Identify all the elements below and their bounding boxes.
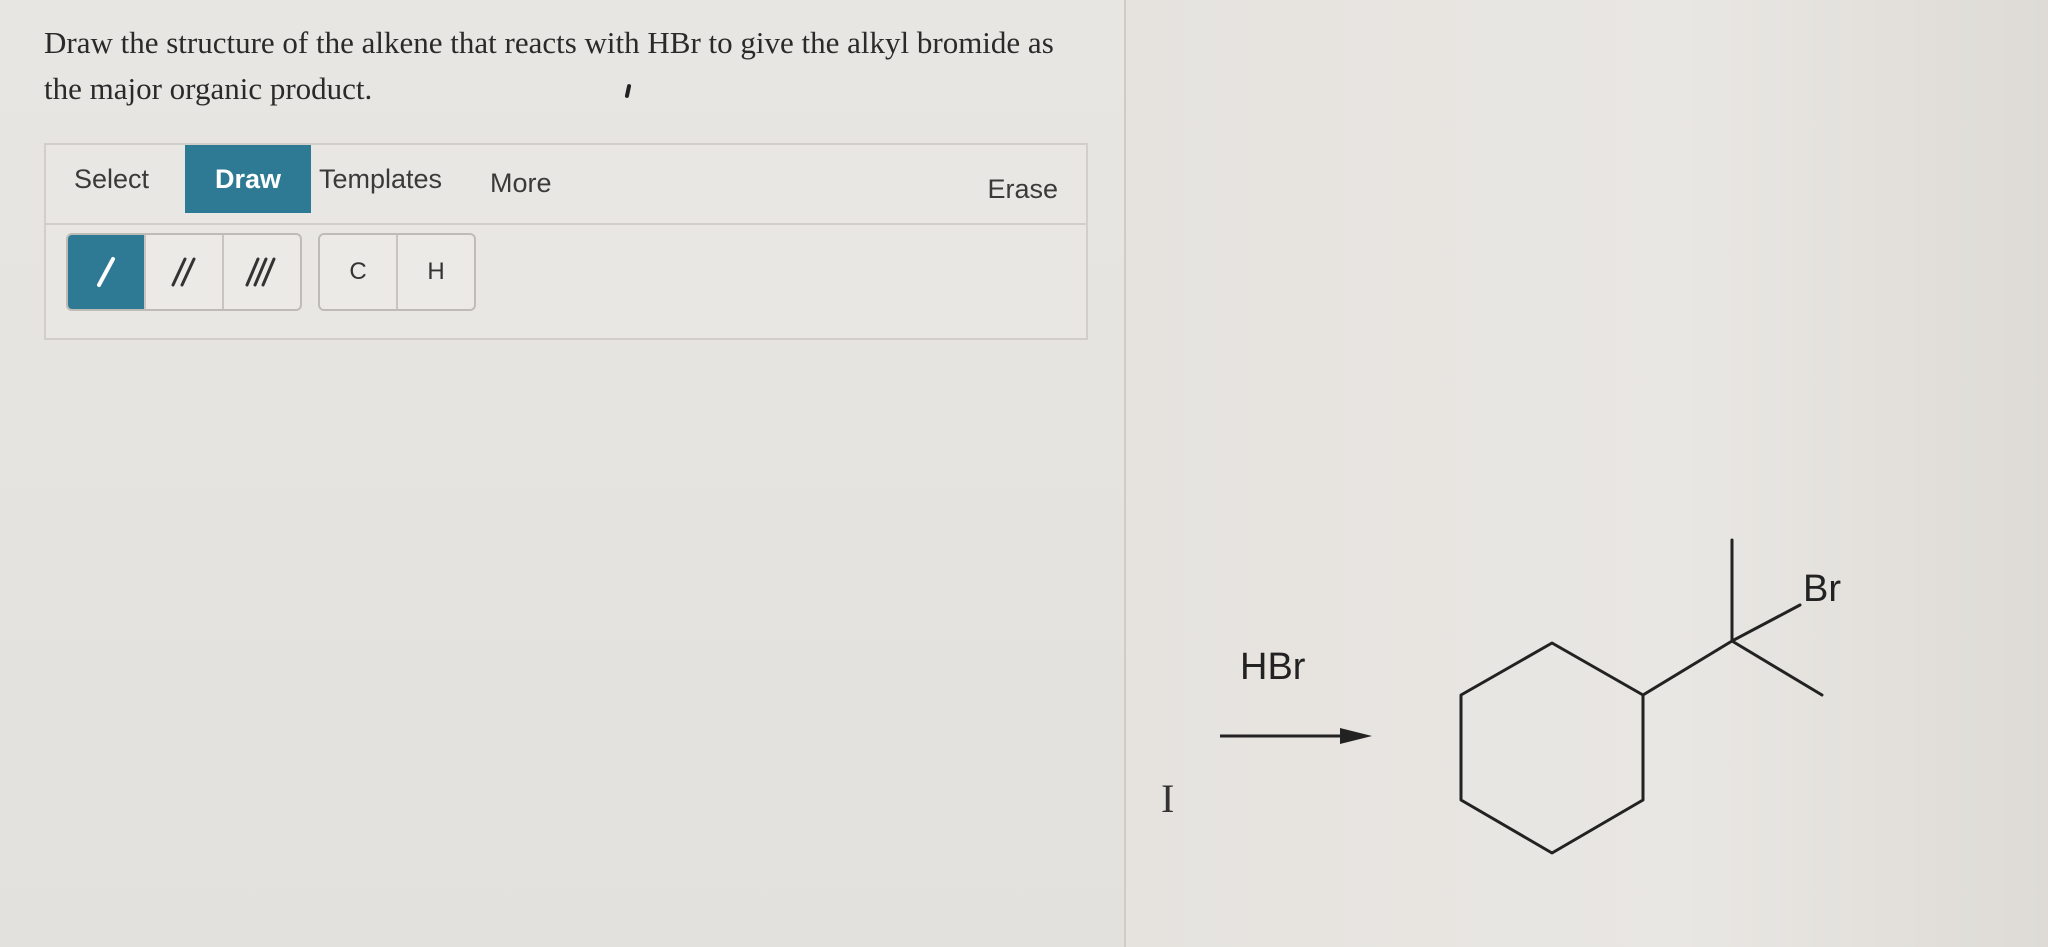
reaction-arrow (1220, 728, 1372, 744)
reagent-label: HBr (1240, 646, 1306, 688)
ibeam-cursor-icon: I (1161, 776, 1175, 821)
tert-bromide-substituent (1641, 538, 1824, 697)
bromine-label: Br (1803, 568, 1841, 610)
cyclohexane-ring (1459, 641, 1645, 855)
reaction-scheme (1220, 538, 1824, 855)
